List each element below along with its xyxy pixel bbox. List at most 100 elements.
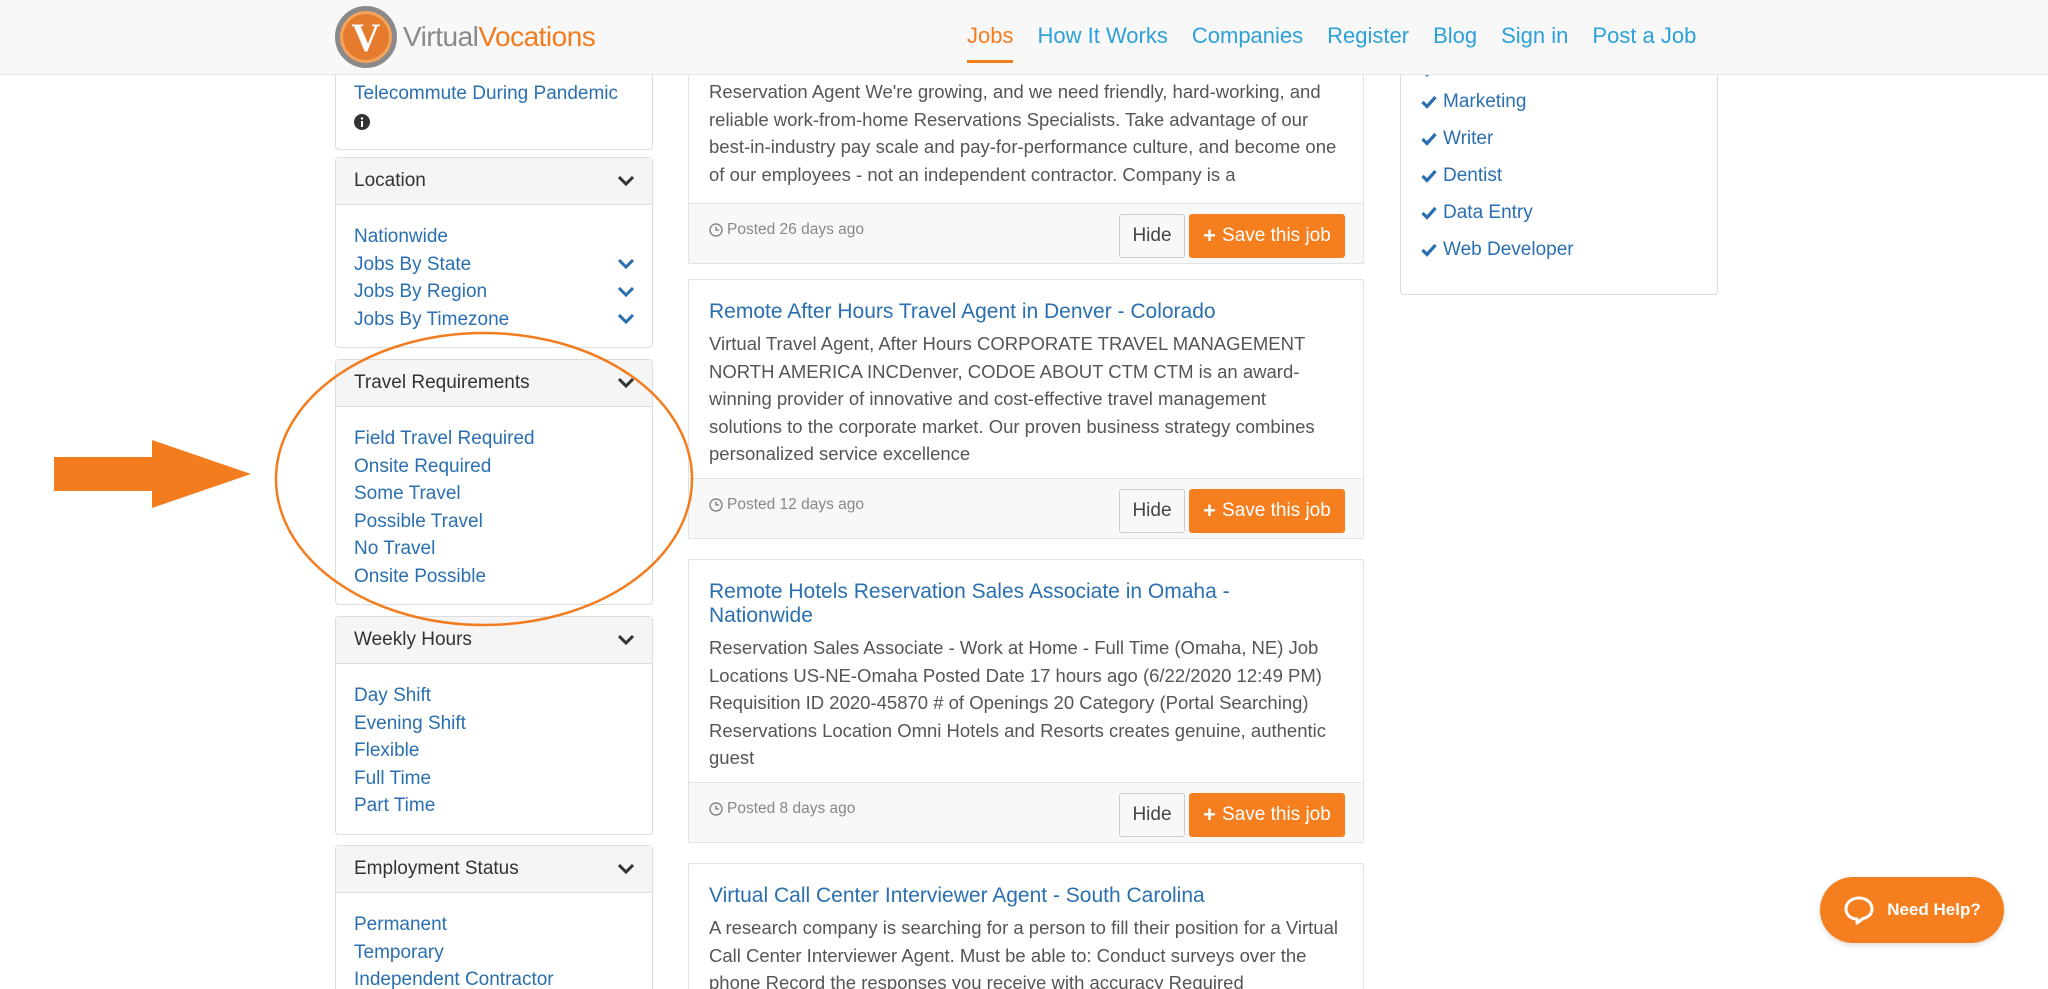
check-icon bbox=[1421, 243, 1437, 257]
filter-link-telecommute-pandemic[interactable]: Telecommute During Pandemic bbox=[354, 80, 634, 108]
filter-link-jobs-by-state[interactable]: Jobs By State bbox=[354, 251, 634, 279]
check-icon bbox=[1421, 132, 1437, 146]
annotation-arrow-icon bbox=[54, 440, 251, 508]
category-item-marketing[interactable]: Marketing bbox=[1401, 83, 1717, 120]
posted-text: Posted 26 days ago bbox=[727, 221, 865, 238]
job-card-footer: Posted 12 days ago Hide + Save this job bbox=[689, 477, 1363, 538]
filter-link-independent-contractor[interactable]: Independent Contractor bbox=[354, 966, 634, 989]
chat-bubble-icon bbox=[1844, 896, 1874, 925]
logo-text-virtual: Virtual bbox=[403, 21, 479, 52]
job-title-link[interactable]: Remote Hotels Reservation Sales Associat… bbox=[689, 560, 1363, 634]
logo-text-vocations: Vocations bbox=[478, 21, 596, 52]
category-item-writer[interactable]: Writer bbox=[1401, 120, 1717, 157]
filter-link-no-travel[interactable]: No Travel bbox=[354, 535, 634, 563]
chevron-down-icon bbox=[618, 634, 634, 646]
category-label: Marketing bbox=[1443, 90, 1527, 112]
filter-link-evening-shift[interactable]: Evening Shift bbox=[354, 710, 634, 738]
clock-icon bbox=[709, 801, 723, 816]
nav-sign-in[interactable]: Sign in bbox=[1489, 0, 1580, 75]
filter-link-nationwide[interactable]: Nationwide bbox=[354, 223, 634, 251]
chevron-down-icon bbox=[618, 377, 634, 389]
check-icon bbox=[1421, 95, 1437, 109]
filter-link-onsite-possible[interactable]: Onsite Possible bbox=[354, 563, 634, 591]
job-title-link[interactable]: Virtual Call Center Interviewer Agent - … bbox=[689, 864, 1363, 914]
nav-jobs[interactable]: Jobs bbox=[955, 0, 1025, 75]
plus-icon: + bbox=[1203, 801, 1217, 827]
job-card-footer: Posted 8 days ago Hide + Save this job bbox=[689, 781, 1363, 842]
posted-text: Posted 8 days ago bbox=[727, 799, 856, 817]
job-title-link[interactable]: Remote After Hours Travel Agent in Denve… bbox=[689, 280, 1363, 330]
category-label: Writer bbox=[1443, 127, 1494, 149]
filter-label: Jobs By State bbox=[354, 253, 472, 275]
job-description: Virtual Travel Agent, After Hours CORPOR… bbox=[709, 333, 1315, 464]
panel-heading-hours[interactable]: Weekly Hours bbox=[336, 617, 652, 664]
filter-link-day-shift[interactable]: Day Shift bbox=[354, 682, 634, 710]
job-description: A research company is searching for a pe… bbox=[709, 917, 1338, 989]
filter-link-onsite-required[interactable]: Onsite Required bbox=[354, 453, 634, 481]
job-description: Reservation Sales Associate - Work at Ho… bbox=[709, 637, 1327, 768]
filter-link-some-travel[interactable]: Some Travel bbox=[354, 480, 634, 508]
save-job-button[interactable]: + Save this job bbox=[1189, 214, 1345, 258]
hide-button[interactable]: Hide bbox=[1119, 214, 1185, 258]
site-logo[interactable]: V VirtualVocations bbox=[335, 6, 596, 68]
chevron-down-icon[interactable] bbox=[618, 314, 634, 325]
job-posted-date: Posted 26 days ago bbox=[709, 221, 864, 239]
nav-register[interactable]: Register bbox=[1315, 0, 1421, 75]
nav-post-a-job[interactable]: Post a Job bbox=[1580, 0, 1708, 75]
category-label: Dentist bbox=[1443, 164, 1503, 186]
hide-button[interactable]: Hide bbox=[1119, 792, 1185, 837]
filter-link-permanent[interactable]: Permanent bbox=[354, 911, 634, 939]
filter-link-jobs-by-region[interactable]: Jobs By Region bbox=[354, 278, 634, 306]
nav-blog[interactable]: Blog bbox=[1421, 0, 1489, 75]
chevron-down-icon[interactable] bbox=[618, 259, 634, 270]
check-icon bbox=[1421, 169, 1437, 183]
nav-how-it-works[interactable]: How It Works bbox=[1025, 0, 1179, 75]
need-help-button[interactable]: Need Help? bbox=[1820, 877, 2004, 943]
filter-panel-location: Location Nationwide Jobs By State Jobs B… bbox=[335, 157, 653, 348]
filter-link-field-travel-required[interactable]: Field Travel Required bbox=[354, 425, 634, 453]
panel-heading-travel[interactable]: Travel Requirements bbox=[336, 360, 652, 407]
category-label: Data Entry bbox=[1443, 201, 1533, 223]
category-item-web-developer[interactable]: Web Developer bbox=[1401, 231, 1717, 268]
filter-link-temporary[interactable]: Temporary bbox=[354, 939, 634, 967]
filter-link-full-time[interactable]: Full Time bbox=[354, 765, 634, 793]
save-label: Save this job bbox=[1222, 225, 1331, 246]
panel-title: Travel Requirements bbox=[354, 372, 530, 393]
filter-label: Jobs By Region bbox=[354, 281, 488, 302]
logo-text: VirtualVocations bbox=[403, 21, 596, 53]
save-job-button[interactable]: + Save this job bbox=[1189, 488, 1345, 533]
filter-panel-employment: Employment Status Permanent Temporary In… bbox=[335, 845, 653, 989]
job-card: Remote After Hours Travel Agent in Denve… bbox=[688, 279, 1364, 539]
main-nav: Jobs How It Works Companies Register Blo… bbox=[955, 0, 2048, 75]
filter-link-jobs-by-timezone[interactable]: Jobs By Timezone bbox=[354, 306, 634, 334]
category-item-dentist[interactable]: Dentist bbox=[1401, 157, 1717, 194]
job-card: Virtual Call Center Interviewer Agent - … bbox=[688, 863, 1364, 989]
clock-icon bbox=[709, 497, 723, 512]
panel-heading-employment[interactable]: Employment Status bbox=[336, 846, 652, 893]
job-card-footer: Posted 26 days ago Hide + Save this job bbox=[689, 203, 1363, 263]
filter-link-part-time[interactable]: Part Time bbox=[354, 792, 634, 820]
logo-letter: V bbox=[351, 14, 381, 60]
info-icon[interactable] bbox=[354, 113, 370, 130]
clock-icon bbox=[709, 223, 723, 237]
panel-title: Weekly Hours bbox=[354, 629, 472, 650]
site-header: V VirtualVocations Jobs How It Works Com… bbox=[0, 0, 2048, 75]
need-help-label: Need Help? bbox=[1887, 900, 1981, 919]
panel-heading-location[interactable]: Location bbox=[336, 158, 652, 205]
category-item-data-entry[interactable]: Data Entry bbox=[1401, 194, 1717, 231]
chevron-down-icon[interactable] bbox=[618, 286, 634, 297]
filter-link-possible-travel[interactable]: Possible Travel bbox=[354, 508, 634, 536]
category-list-panel: Customer Service Marketing Writer Dentis… bbox=[1400, 50, 1718, 295]
job-posted-date: Posted 12 days ago bbox=[709, 496, 864, 514]
panel-title: Location bbox=[354, 170, 426, 191]
filter-link-flexible[interactable]: Flexible bbox=[354, 737, 634, 765]
job-card: Remote Hotels Reservation Sales Associat… bbox=[688, 559, 1364, 843]
nav-companies[interactable]: Companies bbox=[1180, 0, 1315, 75]
category-label: Web Developer bbox=[1443, 238, 1574, 260]
check-icon bbox=[1421, 206, 1437, 220]
filter-panel-travel: Travel Requirements Field Travel Require… bbox=[335, 359, 653, 605]
save-job-button[interactable]: + Save this job bbox=[1189, 792, 1345, 837]
logo-icon: V bbox=[335, 6, 397, 68]
hide-button[interactable]: Hide bbox=[1119, 488, 1185, 533]
plus-icon: + bbox=[1203, 497, 1217, 523]
